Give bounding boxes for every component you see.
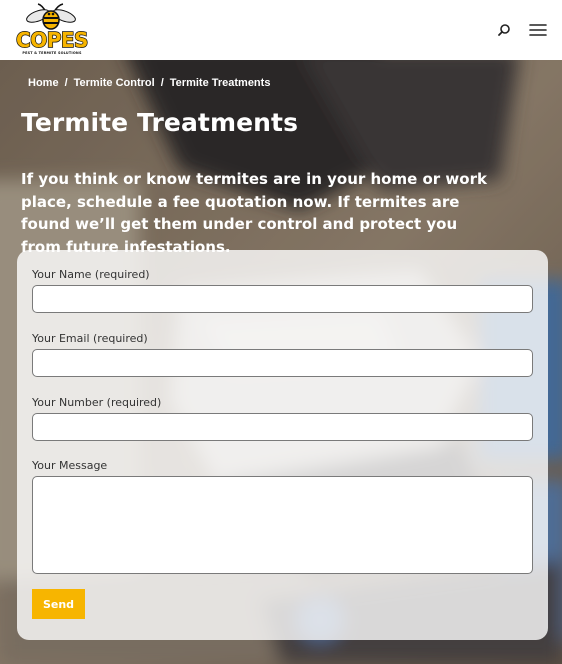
- message-field[interactable]: [32, 476, 533, 574]
- page-title: Termite Treatments: [21, 108, 299, 137]
- email-label: Your Email (required): [32, 332, 148, 345]
- number-label: Your Number (required): [32, 396, 162, 409]
- breadcrumb-separator: /: [160, 77, 164, 89]
- name-field[interactable]: [32, 285, 533, 313]
- hamburger-menu-icon[interactable]: [528, 20, 548, 40]
- header-actions: [494, 20, 548, 40]
- breadcrumb-current: Termite Treatments: [169, 77, 271, 89]
- name-label: Your Name (required): [32, 268, 150, 281]
- copes-logo[interactable]: COPES PEST & TERMITE SOLUTIONS: [15, 2, 89, 58]
- breadcrumb-separator: /: [64, 77, 68, 89]
- site-header: COPES PEST & TERMITE SOLUTIONS: [0, 0, 562, 60]
- email-field[interactable]: [32, 349, 533, 377]
- brand-name: COPES: [15, 28, 89, 52]
- breadcrumb-home-link[interactable]: Home: [28, 77, 59, 89]
- phone-number-field[interactable]: [32, 413, 533, 441]
- send-button[interactable]: Send: [32, 589, 85, 619]
- hero-section: Home / Termite Control / Termite Treatme…: [0, 60, 562, 664]
- quote-form: Your Name (required) Your Email (require…: [17, 250, 548, 640]
- brand-tagline: PEST & TERMITE SOLUTIONS: [22, 51, 82, 55]
- message-label: Your Message: [32, 459, 108, 472]
- intro-text: If you think or know termites are in you…: [21, 170, 487, 256]
- breadcrumb: Home / Termite Control / Termite Treatme…: [28, 77, 270, 89]
- breadcrumb-termite-control-link[interactable]: Termite Control: [74, 77, 155, 89]
- search-icon[interactable]: [494, 20, 514, 40]
